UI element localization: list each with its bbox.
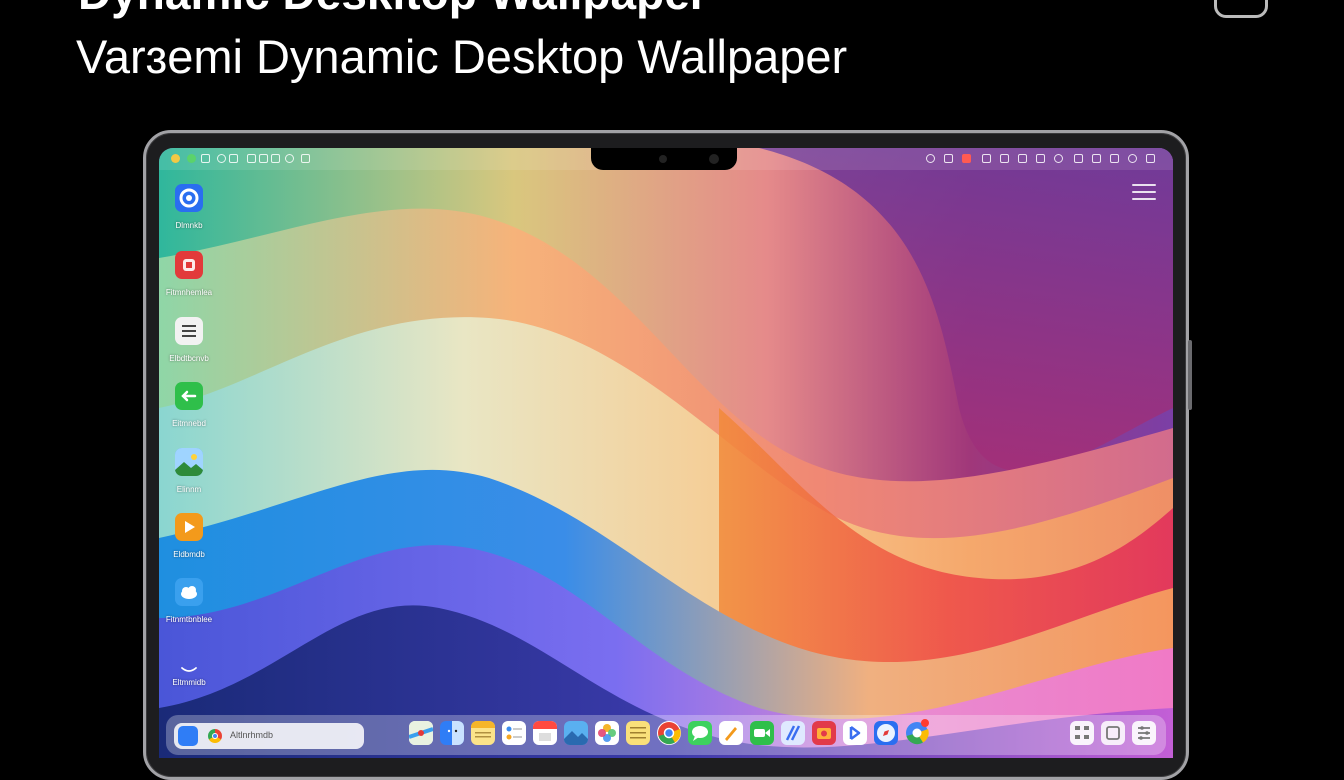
laptop-screen: Dlmnkb Fitmnhemlea Elbdtbcnvb Eitmnebd E…: [159, 148, 1173, 758]
yellow-status-icon[interactable]: [171, 154, 180, 163]
photos-icon[interactable]: [595, 721, 619, 745]
reminders-icon[interactable]: [502, 721, 526, 745]
photo-landscape-icon: [175, 448, 203, 476]
safari-icon[interactable]: [874, 721, 898, 745]
desktop-item-label: Fitmnhemlea: [165, 288, 213, 297]
preview-icon[interactable]: [564, 721, 588, 745]
finder-icon[interactable]: [440, 721, 464, 745]
desktop-item-label: Fitnmtbnblee: [165, 615, 213, 624]
corner-button[interactable]: [1214, 0, 1268, 18]
desktop-item-label: Dlmnkb: [175, 221, 203, 230]
chrome-icon[interactable]: [657, 721, 681, 745]
status-icon-5[interactable]: [1000, 154, 1009, 163]
status-icon-7[interactable]: [1036, 154, 1045, 163]
menu-icon-2[interactable]: [217, 154, 226, 163]
messages-icon[interactable]: [688, 721, 712, 745]
status-icon-6[interactable]: [1018, 154, 1027, 163]
status-icon-10[interactable]: [1092, 154, 1101, 163]
status-icon-12[interactable]: [1128, 154, 1137, 163]
menu-icon-7[interactable]: [285, 154, 294, 163]
menu-icon-8[interactable]: [301, 154, 310, 163]
calendar-icon[interactable]: [533, 721, 557, 745]
dock-search-bar[interactable]: Altlnrhmdb: [174, 723, 364, 749]
camera-icon: [659, 155, 667, 163]
desktop-item-label: Eitmnebd: [172, 419, 206, 428]
files-icon[interactable]: [1101, 721, 1125, 745]
sensor-icon: [709, 154, 719, 164]
chevron-icon: [175, 652, 203, 680]
desktop-item-label: Eldbmdb: [173, 550, 205, 559]
menu-icon-5[interactable]: [259, 154, 268, 163]
hamburger-menu-icon[interactable]: [1132, 184, 1156, 200]
chrome-icon[interactable]: [208, 729, 222, 743]
pages-icon[interactable]: [719, 721, 743, 745]
orange-play-icon: [175, 513, 203, 541]
desktop-item-label: Elbdtbcnvb: [169, 354, 209, 363]
desktop-item-label: Eltmmidb: [172, 678, 206, 687]
green-arrow-app-icon: [175, 382, 203, 410]
status-icon-1[interactable]: [926, 154, 935, 163]
dock-search-text: Altlnrhmdb: [230, 730, 274, 740]
menu-icon-4[interactable]: [247, 154, 256, 163]
status-icon-2[interactable]: [944, 154, 953, 163]
desktop-item-label: Elinnm: [176, 485, 202, 494]
document-list-icon: [175, 317, 203, 345]
dock: Altlnrhmdb: [166, 715, 1166, 755]
stickies-icon[interactable]: [626, 721, 650, 745]
facetime-icon[interactable]: [750, 721, 774, 745]
status-icon-13[interactable]: [1146, 154, 1155, 163]
xcode-icon[interactable]: [781, 721, 805, 745]
camera-notch: [591, 148, 737, 170]
settings-icon[interactable]: [1132, 721, 1156, 745]
status-icon-4[interactable]: [982, 154, 991, 163]
finder-icon[interactable]: [178, 726, 198, 746]
red-square-app-icon: [175, 251, 203, 279]
notes-icon[interactable]: [471, 721, 495, 745]
photobooth-icon[interactable]: [812, 721, 836, 745]
cloud-folder-icon: [175, 578, 203, 606]
status-icon-8[interactable]: [1054, 154, 1063, 163]
status-icon-3[interactable]: [962, 154, 971, 163]
dynamic-wallpaper: [159, 148, 1173, 758]
swirl-app-icon: [175, 184, 203, 212]
page-title-top: Dynamic Deskltop Wallpaper: [78, 0, 708, 16]
maps-icon[interactable]: [409, 721, 433, 745]
green-status-icon[interactable]: [187, 154, 196, 163]
menu-icon-1[interactable]: [201, 154, 210, 163]
menu-icon-6[interactable]: [271, 154, 280, 163]
laptop-side-nub: [1188, 340, 1192, 410]
mail-icon[interactable]: [843, 721, 867, 745]
chrome-badge-icon[interactable]: [905, 719, 929, 745]
status-icon-9[interactable]: [1074, 154, 1083, 163]
page-title: Varɜemi Dynamic Desktop Wallpaper: [76, 30, 848, 83]
calculator-icon[interactable]: [1070, 721, 1094, 745]
menu-icon-3[interactable]: [229, 154, 238, 163]
status-icon-11[interactable]: [1110, 154, 1119, 163]
